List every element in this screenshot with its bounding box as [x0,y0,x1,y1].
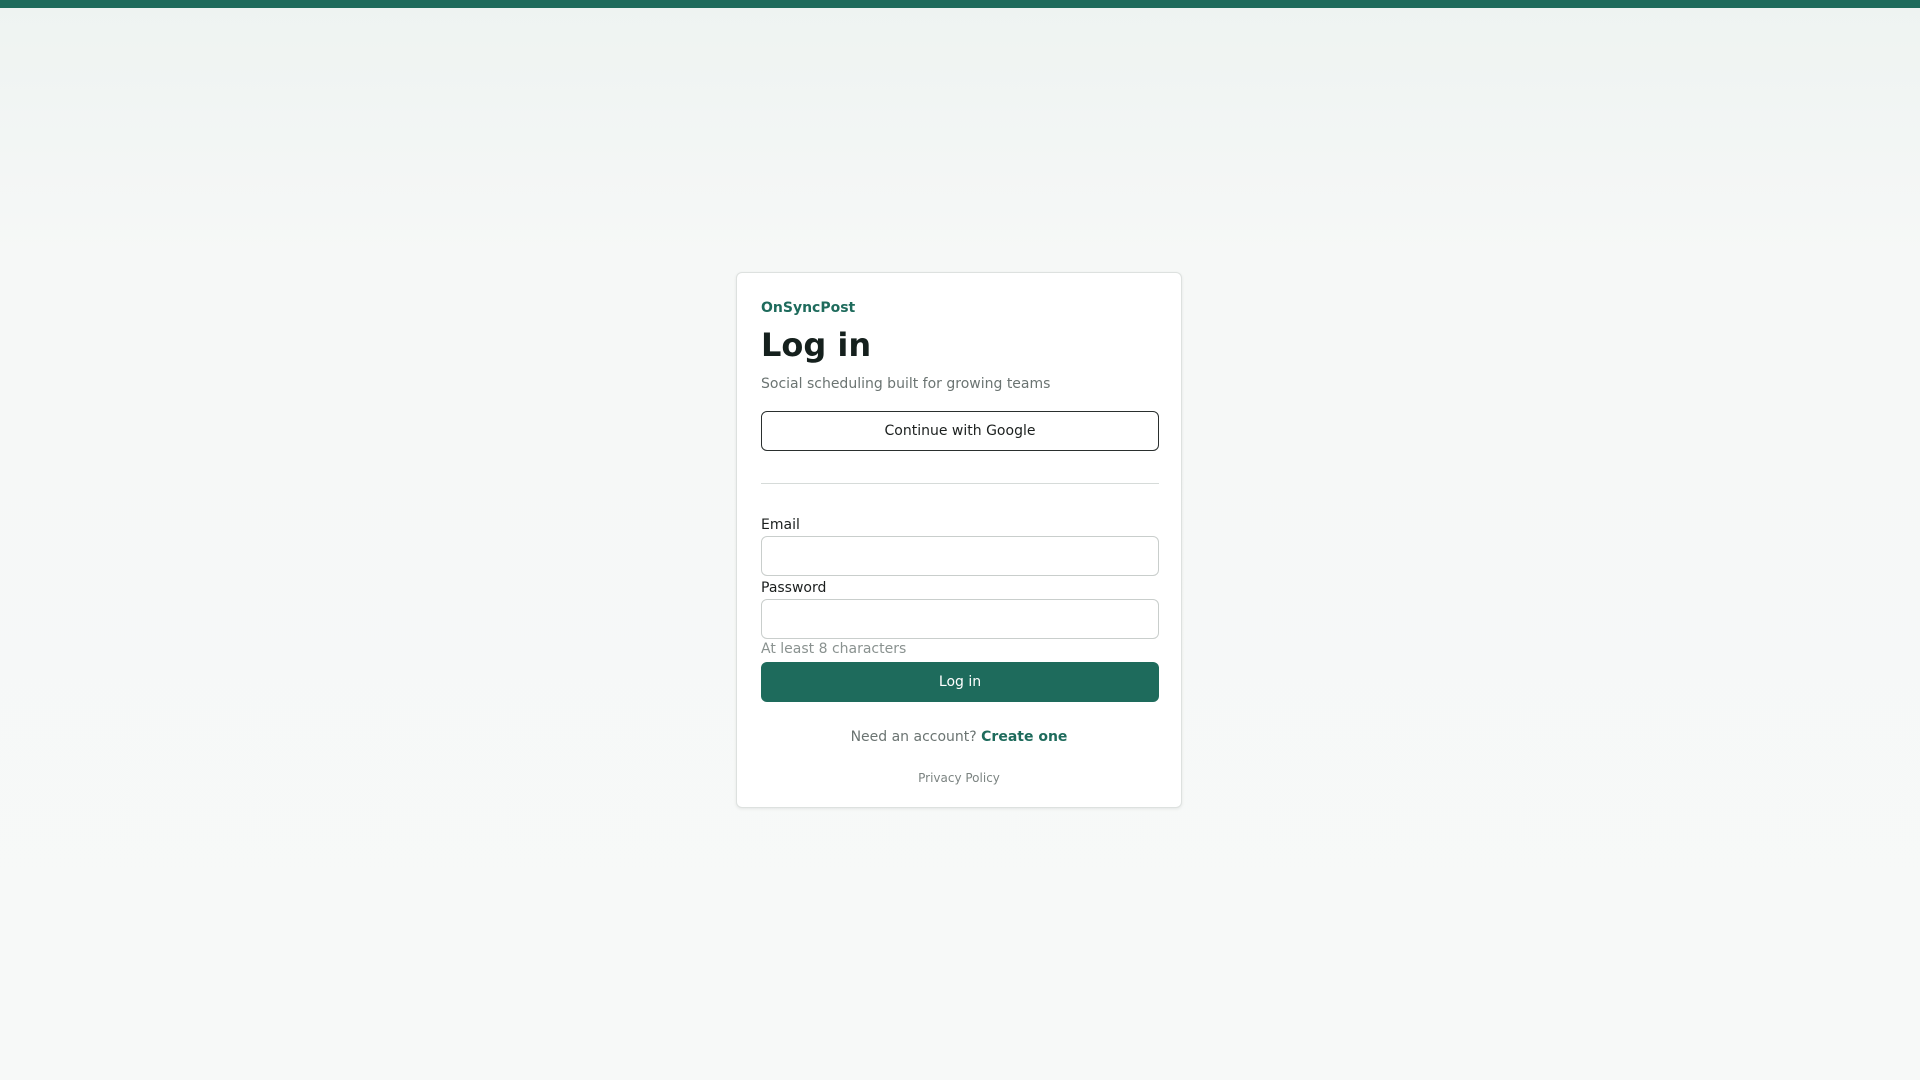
top-accent-bar [0,0,1920,8]
password-hint: At least 8 characters [761,641,907,657]
signup-prompt-row: Need an account? Create one [761,728,1157,746]
create-account-link[interactable]: Create one [981,729,1067,745]
privacy-row: Privacy Policy [761,770,1157,786]
signup-prompt-text: Need an account? [850,729,982,745]
login-button[interactable]: Log in [761,662,1159,702]
brand-name: OnSyncPost [761,300,856,316]
password-label: Password [761,580,827,596]
email-label: Email [761,517,800,533]
email-field[interactable] [761,536,1159,576]
page-subtitle: Social scheduling built for growing team… [761,376,1051,392]
password-field[interactable] [761,599,1159,639]
login-card: OnSyncPost Log in Social scheduling buil… [736,272,1182,808]
privacy-policy-link[interactable]: Privacy Policy [918,771,1000,785]
divider [761,483,1159,484]
page-title: Log in [761,326,872,364]
continue-with-google-button[interactable]: Continue with Google [761,411,1159,451]
